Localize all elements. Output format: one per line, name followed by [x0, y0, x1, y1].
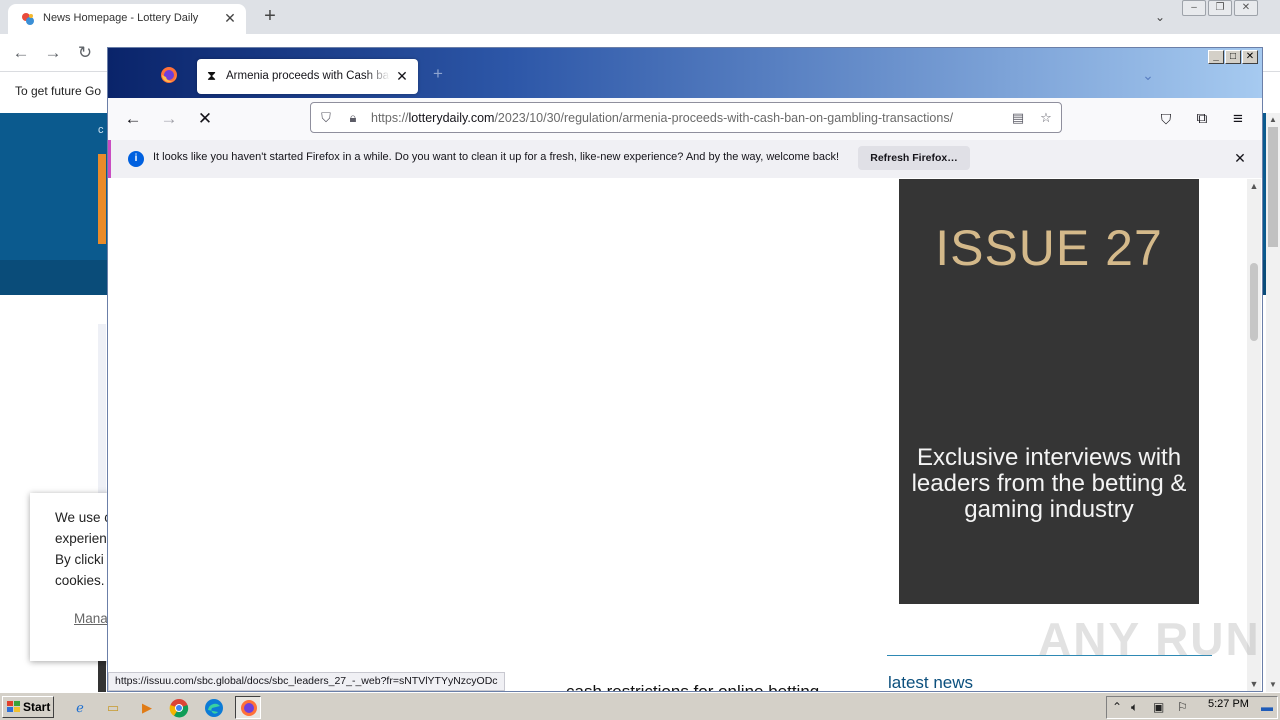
chrome-scroll-down-icon[interactable]: ▼: [1266, 678, 1280, 692]
site-orange-block: [98, 154, 106, 244]
chrome-back-icon[interactable]: ←: [10, 42, 32, 64]
chrome-scroll-thumb[interactable]: [1268, 127, 1278, 247]
chrome-close-button[interactable]: ✕: [1234, 0, 1258, 16]
chrome-tab-title: News Homepage - Lottery Daily: [43, 12, 199, 24]
start-label: Start: [23, 700, 51, 714]
scroll-up-icon[interactable]: ▲: [1247, 179, 1261, 193]
site-header-text-fragment: c: [98, 124, 104, 136]
network-icon[interactable]: ▣: [1153, 700, 1164, 714]
firefox-address-bar[interactable]: ⛉ 🔒︎ https://lotterydaily.com/2023/10/30…: [310, 102, 1062, 133]
firefox-window: ⧗ Armenia proceeds with Cash ban on gamb…: [107, 47, 1263, 692]
firefox-new-tab-button[interactable]: +: [428, 64, 448, 84]
cookie-text-line-4: cookies.: [55, 573, 105, 588]
cookie-text-line-1: We use c: [55, 510, 112, 525]
chrome-forward-icon[interactable]: →: [42, 42, 64, 64]
scroll-down-icon[interactable]: ▼: [1247, 677, 1261, 691]
bookmark-star-icon[interactable]: ☆: [1037, 109, 1055, 127]
firefox-back-icon[interactable]: ←: [121, 107, 145, 131]
chrome-restore-button[interactable]: ❐: [1208, 0, 1232, 16]
latest-news-heading: latest news: [888, 673, 974, 691]
cookie-manage-link[interactable]: Mana: [74, 611, 108, 626]
media-player-icon[interactable]: ▶: [136, 697, 158, 718]
url-domain: lotterydaily.com: [408, 111, 495, 125]
lottery-daily-favicon-icon: [22, 13, 34, 25]
reader-view-icon[interactable]: ▤: [1009, 109, 1027, 127]
firefox-logo-icon: [161, 67, 177, 83]
start-button[interactable]: Start: [2, 696, 54, 718]
site-dark-strip: [98, 658, 106, 692]
firefox-taskbar-icon: [241, 700, 257, 716]
scroll-thumb[interactable]: [1250, 263, 1258, 341]
firefox-window-controls: _ □ ✕: [1208, 50, 1258, 64]
info-icon: i: [128, 151, 144, 167]
tracking-protection-shield-icon[interactable]: ⛉: [317, 109, 335, 127]
extensions-puzzle-icon[interactable]: ⧉: [1190, 107, 1214, 131]
firefox-tab-close-icon[interactable]: ✕: [393, 67, 411, 85]
chrome-page-scrollbar[interactable]: ▲ ▼: [1266, 113, 1280, 692]
firefox-status-link-url: https://issuu.com/sbc.global/docs/sbc_le…: [108, 672, 505, 691]
cookie-text-line-2: experien: [55, 531, 107, 546]
refresh-firefox-button[interactable]: Refresh Firefox…: [858, 146, 970, 170]
firefox-taskbar-button[interactable]: [235, 696, 261, 719]
edge-taskbar-icon[interactable]: [204, 698, 224, 718]
internet-explorer-icon[interactable]: ℯ: [69, 697, 91, 718]
firefox-maximize-button[interactable]: □: [1225, 50, 1241, 64]
lock-icon[interactable]: 🔒︎: [344, 109, 362, 127]
firefox-tab-title: Armenia proceeds with Cash ban on gambli…: [226, 70, 390, 82]
hourglass-loading-icon: ⧗: [207, 68, 217, 83]
firefox-minimize-button[interactable]: _: [1208, 50, 1224, 64]
firefox-refresh-notification-bar: i It looks like you haven't started Fire…: [108, 140, 1262, 178]
anyrun-watermark: ANY RUN: [1038, 613, 1261, 665]
chrome-window-controls: – ❐ ✕: [1182, 0, 1258, 18]
taskbar-clock[interactable]: 5:27 PM: [1208, 698, 1249, 710]
notification-close-icon[interactable]: ✕: [1231, 149, 1249, 167]
show-desktop-icon[interactable]: ▬: [1261, 700, 1273, 714]
app-menu-hamburger-icon[interactable]: ≡: [1226, 107, 1250, 131]
sbc-leaders-issue-ad[interactable]: ISSUE 27 Exclusive interviews with leade…: [899, 179, 1199, 604]
pocket-icon[interactable]: ⛉: [1154, 107, 1178, 131]
firefox-tab-active[interactable]: ⧗ Armenia proceeds with Cash ban on gamb…: [197, 59, 418, 94]
article-headline-fragment: cash restrictions for online betting: [566, 682, 819, 691]
action-center-flag-icon[interactable]: ⚐: [1177, 700, 1188, 714]
tray-expand-icon[interactable]: ⌃: [1112, 700, 1122, 714]
firefox-navigation-toolbar: ← → ✕ ⛉ 🔒︎ https://lotterydaily.com/2023…: [108, 98, 1262, 140]
notification-message: It looks like you haven't started Firefo…: [153, 151, 840, 163]
url-text[interactable]: https://lotterydaily.com/2023/10/30/regu…: [371, 111, 953, 125]
firefox-close-button[interactable]: ✕: [1242, 50, 1258, 64]
chrome-scroll-up-icon[interactable]: ▲: [1266, 113, 1280, 127]
chrome-banner-text: To get future Go: [15, 84, 102, 98]
windows-flag-icon: [7, 701, 20, 712]
volume-icon[interactable]: 🔈︎: [1131, 700, 1138, 715]
firefox-titlebar: ⧗ Armenia proceeds with Cash ban on gamb…: [108, 48, 1262, 98]
firefox-list-tabs-icon[interactable]: ⌄: [1138, 65, 1158, 85]
ad-issue-number: ISSUE 27: [935, 220, 1163, 276]
chrome-reload-icon[interactable]: ↻: [74, 42, 96, 64]
firefox-forward-icon[interactable]: →: [157, 107, 181, 131]
chrome-tab[interactable]: News Homepage - Lottery Daily ✕: [8, 4, 246, 34]
chrome-tab-search-icon[interactable]: ⌄: [1150, 7, 1170, 27]
url-path: /2023/10/30/regulation/armenia-proceeds-…: [494, 111, 954, 125]
chrome-taskbar-icon[interactable]: [169, 698, 189, 718]
cookie-text-line-3: By clicki: [55, 552, 104, 567]
chrome-tab-close-icon[interactable]: ✕: [220, 8, 240, 28]
windows-taskbar: Start ℯ ▭ ▶ ⌃ 🔈︎ ▣ ⚐ ▬ 5:27 PM: [0, 692, 1280, 720]
chrome-tab-strip: News Homepage - Lottery Daily ✕ + ⌄ – ❐ …: [0, 0, 1280, 34]
file-explorer-folder-icon[interactable]: ▭: [102, 697, 124, 718]
system-tray: ⌃ 🔈︎ ▣ ⚐ ▬: [1106, 696, 1278, 719]
chrome-new-tab-button[interactable]: +: [258, 4, 282, 28]
url-scheme: https://: [371, 111, 409, 125]
firefox-stop-loading-icon[interactable]: ✕: [193, 107, 217, 131]
chrome-minimize-button[interactable]: –: [1182, 0, 1206, 16]
ad-subtitle: Exclusive interviews with leaders from t…: [911, 444, 1187, 523]
